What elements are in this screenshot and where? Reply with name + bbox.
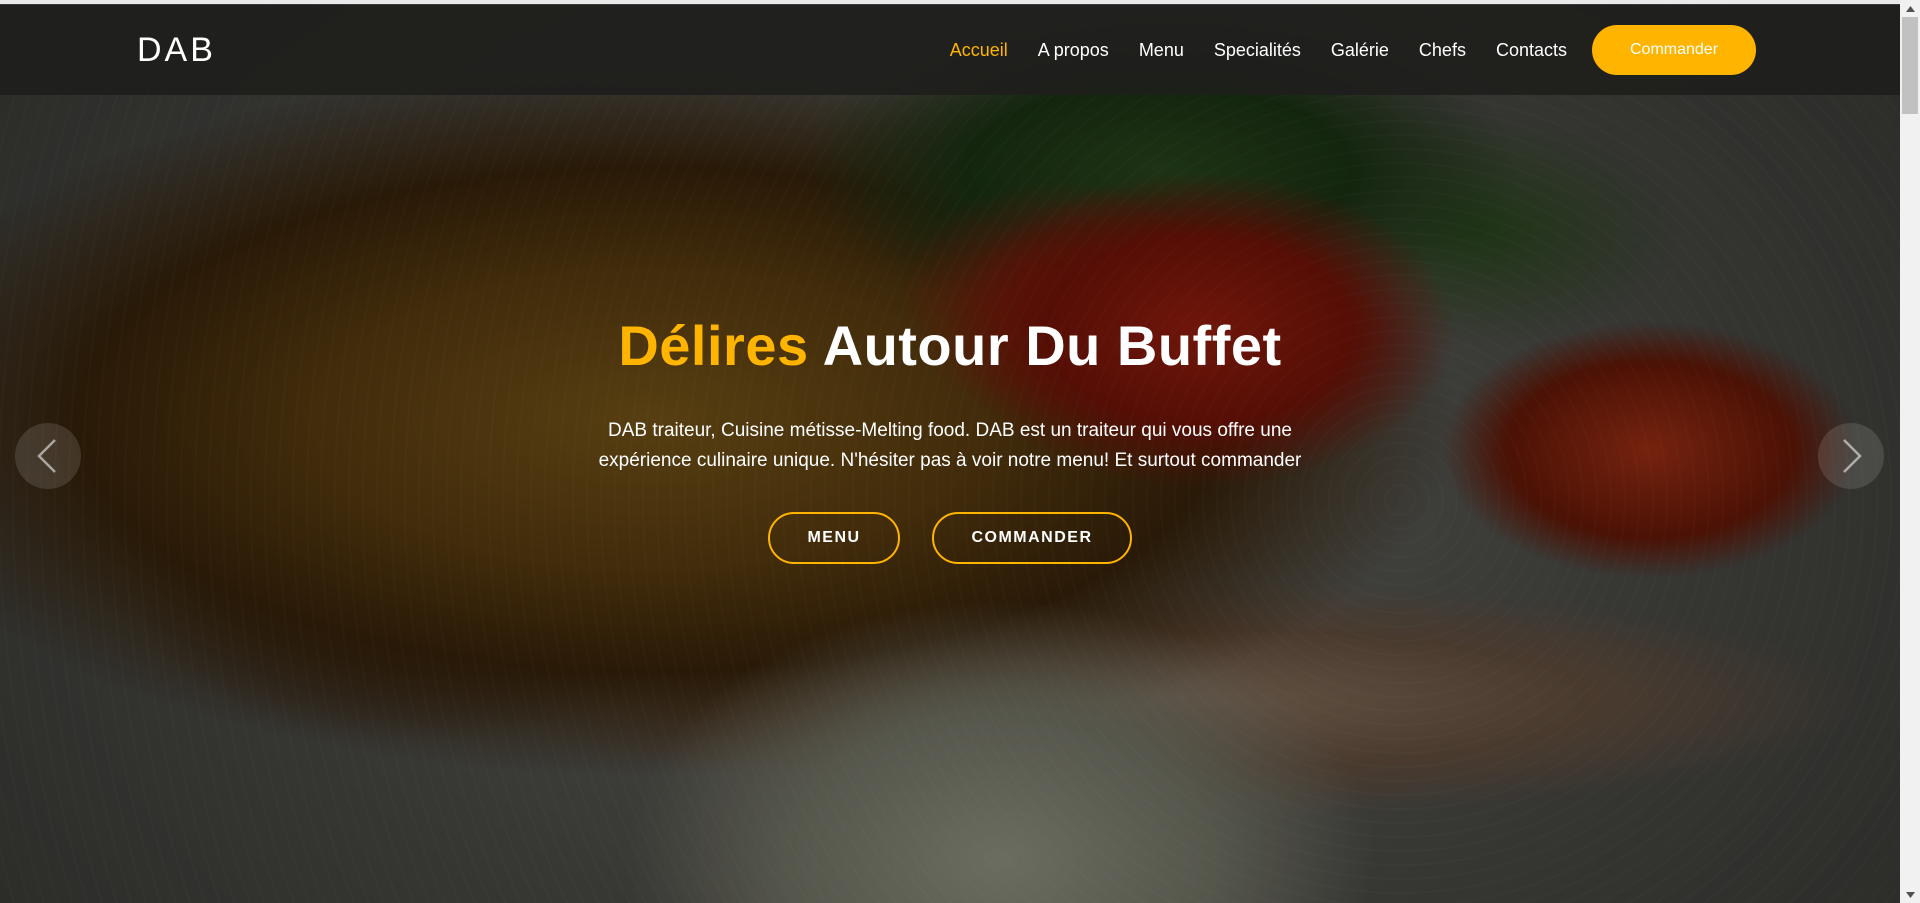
nav-order-button[interactable]: Commander bbox=[1592, 25, 1756, 75]
nav-item-chefs[interactable]: Chefs bbox=[1419, 40, 1466, 61]
carousel-next-button[interactable] bbox=[1818, 423, 1884, 489]
hero-buttons: MENU COMMANDER bbox=[576, 512, 1324, 564]
page: DAB Accueil A propos Menu Specialités Ga… bbox=[0, 0, 1920, 903]
hero-menu-button[interactable]: MENU bbox=[768, 512, 900, 564]
chevron-left-icon bbox=[37, 439, 56, 473]
hero-title: Délires Autour Du Buffet bbox=[576, 310, 1324, 382]
carousel-prev-button[interactable] bbox=[15, 423, 81, 489]
scroll-thumb[interactable] bbox=[1902, 17, 1918, 114]
hero-content: Délires Autour Du Buffet DAB traiteur, C… bbox=[576, 310, 1324, 564]
hero-description: DAB traiteur, Cuisine métisse-Melting fo… bbox=[598, 420, 1302, 471]
nav-item-specialites[interactable]: Specialités bbox=[1214, 40, 1301, 61]
nav-menu: Accueil A propos Menu Specialités Galéri… bbox=[920, 5, 1900, 95]
chevron-right-icon bbox=[1843, 439, 1862, 473]
scroll-up-arrow-icon bbox=[1905, 5, 1915, 12]
hero-title-rest: Autour Du Buffet bbox=[822, 314, 1282, 377]
site-logo[interactable]: DAB bbox=[137, 31, 216, 70]
page-scrollbar[interactable] bbox=[1900, 0, 1920, 903]
nav-item-galerie[interactable]: Galérie bbox=[1331, 40, 1389, 61]
window-top-border bbox=[0, 0, 1920, 4]
scroll-down-button[interactable] bbox=[1900, 886, 1920, 903]
nav-item-accueil[interactable]: Accueil bbox=[950, 40, 1008, 61]
nav-item-menu[interactable]: Menu bbox=[1139, 40, 1184, 61]
hero-order-button[interactable]: COMMANDER bbox=[932, 512, 1132, 564]
navbar: DAB Accueil A propos Menu Specialités Ga… bbox=[0, 4, 1900, 95]
hero-title-accent: Délires bbox=[618, 314, 809, 377]
scroll-down-arrow-icon bbox=[1905, 891, 1915, 898]
nav-item-contacts[interactable]: Contacts bbox=[1496, 40, 1567, 61]
scroll-up-button[interactable] bbox=[1900, 0, 1920, 17]
nav-item-a-propos[interactable]: A propos bbox=[1038, 40, 1109, 61]
